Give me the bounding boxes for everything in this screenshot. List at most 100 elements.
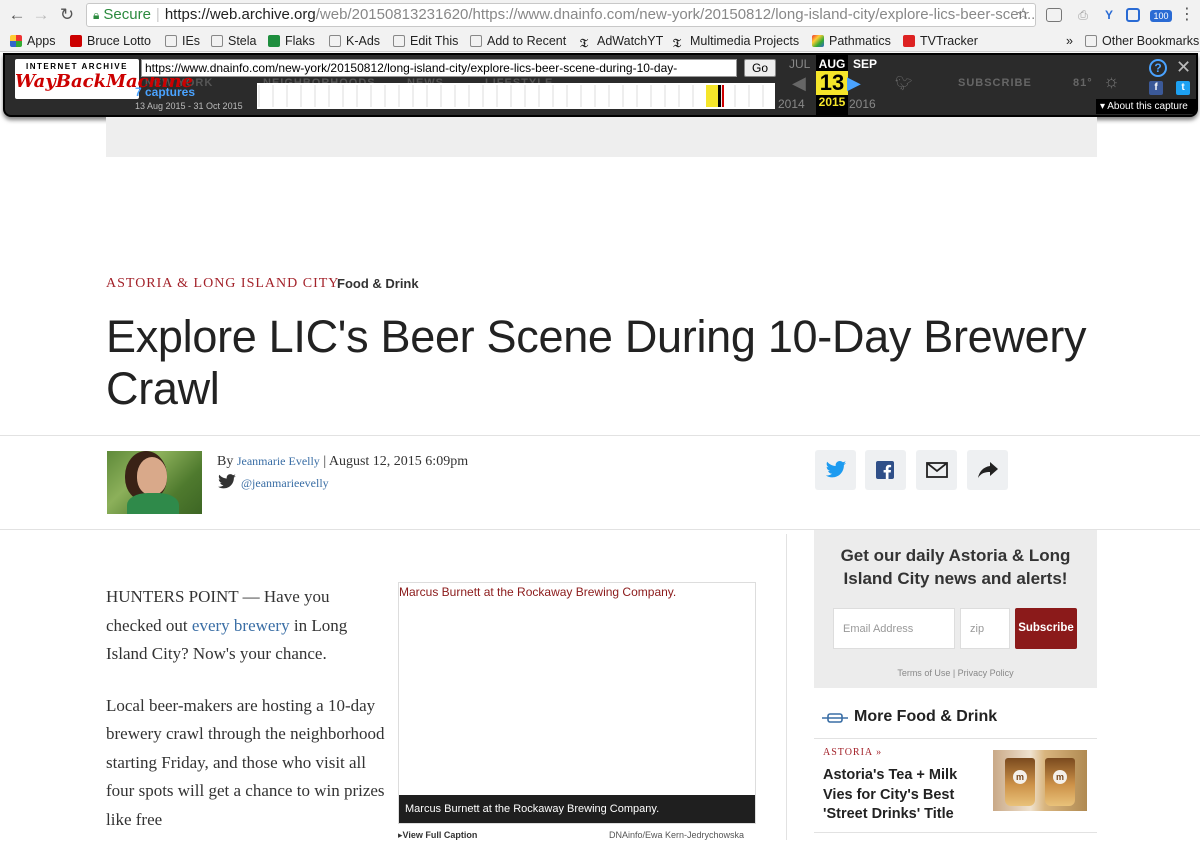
story-thumbnail[interactable]: m m <box>993 750 1087 811</box>
wayback-url-input[interactable]: https://www.dnainfo.com/new-york/2015081… <box>141 59 737 77</box>
printer-icon[interactable]: ⎙ <box>1074 6 1092 24</box>
bookmarks-overflow-icon[interactable]: » <box>1066 32 1073 50</box>
bookmark-tvtracker[interactable]: TVTracker <box>903 32 978 50</box>
bookmark-edit-this[interactable]: Edit This <box>393 32 458 50</box>
story-title[interactable]: Astoria's Tea + Milk Vies for City's Bes… <box>823 766 983 825</box>
forward-arrow-icon[interactable]: → <box>30 4 52 26</box>
facebook-share-icon[interactable]: f <box>1149 81 1163 95</box>
page-icon <box>393 35 405 47</box>
share-facebook-button[interactable] <box>865 450 906 490</box>
back-arrow-icon[interactable]: ← <box>6 4 28 26</box>
share-twitter-button[interactable] <box>815 450 856 490</box>
photo-caption: Marcus Burnett at the Rockaway Brewing C… <box>399 795 755 823</box>
rss-badge-icon[interactable]: 100 <box>1150 10 1172 22</box>
folder-icon <box>1085 35 1097 47</box>
column-divider <box>786 534 787 840</box>
article-photo[interactable]: Marcus Burnett at the Rockaway Brewing C… <box>398 582 756 824</box>
privacy-link[interactable]: Privacy Policy <box>958 668 1014 678</box>
author-avatar[interactable] <box>107 451 202 514</box>
email-icon <box>926 462 948 478</box>
author-link[interactable]: Jeanmarie Evelly <box>237 454 320 468</box>
share-more-button[interactable] <box>967 450 1008 490</box>
wayback-go-button[interactable]: Go <box>744 59 776 77</box>
newsletter-signup: Get our daily Astoria & Long Island City… <box>814 530 1097 688</box>
capture-sparkline[interactable] <box>257 83 775 109</box>
twitter-icon <box>825 461 847 478</box>
sheets-icon <box>268 35 280 47</box>
next-month-label[interactable]: SEP <box>853 57 877 71</box>
secure-label: Secure <box>103 6 151 23</box>
behind-twitter-icon: 🐦︎ <box>895 75 913 91</box>
close-icon[interactable]: ✕ <box>1176 57 1191 78</box>
bookmark-other-bookmarks[interactable]: Other Bookmarks <box>1085 32 1199 50</box>
captures-link[interactable]: 7 captures <box>135 85 195 99</box>
next-capture-arrow-icon[interactable]: ▶ <box>847 73 861 94</box>
nyt-icon: 𝔗 <box>580 36 588 50</box>
page-icon <box>165 35 177 47</box>
article-headline: Explore LIC's Beer Scene During 10-Day B… <box>106 311 1087 414</box>
url-host: https://web.archive.org <box>164 6 316 23</box>
zip-input[interactable]: zip <box>960 608 1010 649</box>
bookmarks-bar: Apps Bruce Lotto IEs Stela Flaks K-Ads E… <box>0 30 1200 52</box>
screenshot-extension-icon[interactable] <box>1126 8 1140 22</box>
byline: By Jeanmarie Evelly | August 12, 2015 6:… <box>217 454 469 469</box>
y-extension-icon[interactable]: Y <box>1100 6 1118 24</box>
prev-capture-arrow-icon[interactable]: ◀ <box>792 73 806 94</box>
bookmark-add-to-recent[interactable]: Add to Recent <box>470 32 566 50</box>
every-brewery-link[interactable]: every brewery <box>192 616 290 635</box>
lock-icon: 🔒︎ <box>93 8 100 22</box>
paragraph: Local beer-makers are hosting a 10-day b… <box>106 695 385 829</box>
nyt-icon: 𝔗 <box>673 36 681 50</box>
url-path: /web/20150813231620/https://www.dnainfo.… <box>315 6 1036 23</box>
current-month-highlight <box>706 85 720 107</box>
address-bar[interactable]: 🔒︎ Secure | https://web.archive.org/web/201… <box>86 3 1036 27</box>
facebook-icon <box>876 461 894 479</box>
prev-month-label[interactable]: JUL <box>789 57 810 71</box>
bookmark-multimedia-projects[interactable]: 𝔗 Multimedia Projects <box>673 32 799 50</box>
menu-icon[interactable]: ⋮ <box>1178 6 1196 24</box>
twitter-bird-icon <box>218 474 236 489</box>
capture-mark <box>722 85 724 107</box>
article-subcategory[interactable]: Food & Drink <box>337 276 419 291</box>
page-icon <box>470 35 482 47</box>
bookmark-flaks[interactable]: Flaks <box>268 32 315 50</box>
author-twitter[interactable]: @jeanmarieevelly <box>217 474 329 491</box>
email-input[interactable]: Email Address <box>833 608 955 649</box>
behind-subscribe: SUBSCRIBE <box>958 77 1032 89</box>
browser-chrome: ← → ↻ 🔒︎ Secure | https://web.archive.org/w… <box>0 0 1200 52</box>
divider <box>814 832 1097 833</box>
wayback-toolbar: NEW YORK NEIGHBORHOODS NEWS LIFESTYLE IN… <box>3 53 1198 117</box>
ad-slot <box>106 117 1097 157</box>
capture-range: 13 Aug 2015 - 31 Oct 2015 <box>135 101 243 111</box>
bookmark-k-ads[interactable]: K-Ads <box>329 32 380 50</box>
bookmark-adwatchyt[interactable]: 𝔗 AdWatchYT <box>580 32 663 50</box>
terms-link[interactable]: Terms of Use <box>897 668 950 678</box>
twitter-share-icon[interactable]: t <box>1176 81 1190 95</box>
bookmark-apps[interactable]: Apps <box>10 32 56 50</box>
help-icon[interactable]: ? <box>1149 59 1167 77</box>
reload-icon[interactable]: ↻ <box>56 4 78 26</box>
prev-year-label[interactable]: 2014 <box>778 97 805 111</box>
subscribe-button[interactable]: Subscribe <box>1015 608 1077 649</box>
bookmark-stela[interactable]: Stela <box>211 32 257 50</box>
newsletter-links: Terms of Use | Privacy Policy <box>897 668 1014 678</box>
share-email-button[interactable] <box>916 450 957 490</box>
bookmark-ies[interactable]: IEs <box>165 32 200 50</box>
bookmark-favicon-icon <box>70 35 82 47</box>
story-category[interactable]: ASTORIA » <box>823 747 882 758</box>
paragraph: HUNTERS POINT — Have you checked out eve… <box>106 587 348 663</box>
article-category[interactable]: ASTORIA & LONG ISLAND CITY <box>106 276 339 292</box>
bookmark-bruce-lotto[interactable]: Bruce Lotto <box>70 32 151 50</box>
bookmark-star-icon[interactable]: ☆ <box>1016 4 1030 24</box>
share-arrow-icon <box>978 462 998 478</box>
about-capture-button[interactable]: ▾ About this capture <box>1096 99 1196 114</box>
bookmark-pathmatics[interactable]: Pathmatics <box>812 32 891 50</box>
page-icon <box>211 35 223 47</box>
cast-icon[interactable] <box>1046 8 1062 22</box>
view-full-caption-link[interactable]: ▸View Full Caption <box>398 830 477 841</box>
more-food-drink-title[interactable]: More Food & Drink <box>854 708 997 726</box>
section-link-icon <box>822 713 848 723</box>
wayback-logo[interactable]: INTERNET ARCHIVE WayBackMachine <box>15 59 193 99</box>
next-year-label[interactable]: 2016 <box>849 97 876 111</box>
capture-mark <box>718 85 721 107</box>
